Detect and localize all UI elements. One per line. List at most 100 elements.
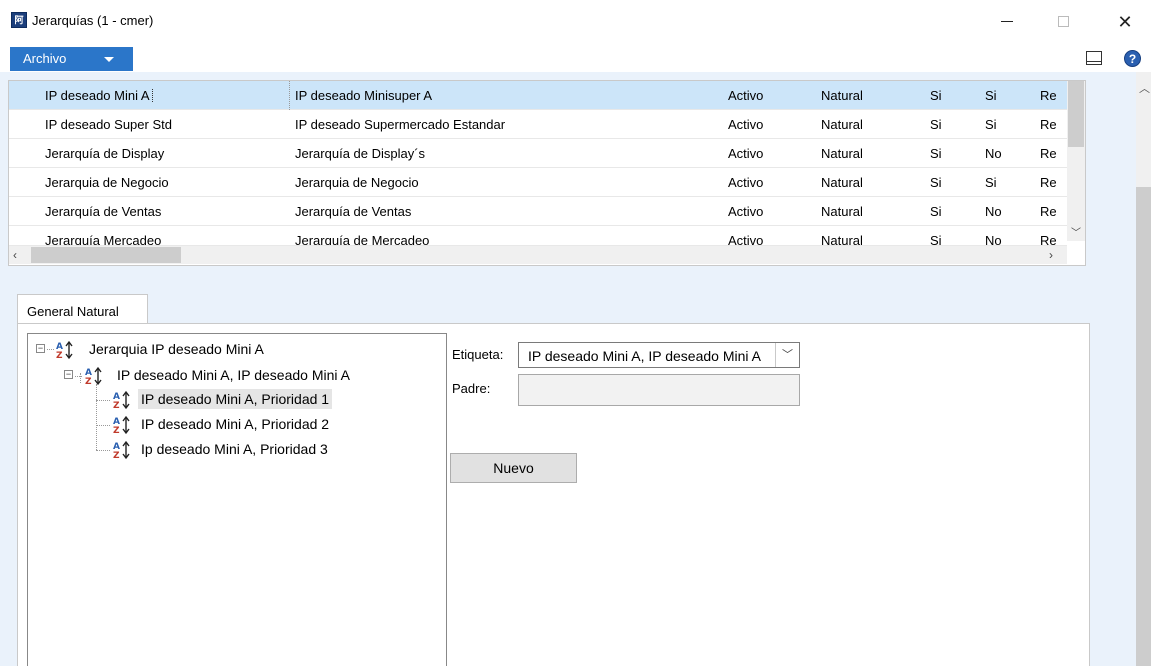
sort-az-icon: A Z: [56, 340, 73, 360]
grid-cell-description: Jerarquía de Ventas: [295, 204, 412, 219]
title-bar: 阿 Jerarquías (1 - cmer) ✕: [0, 0, 1151, 44]
grid-cell-code: Jerarquía de Ventas: [45, 204, 162, 219]
grid-cell-flag1: Si: [930, 88, 942, 103]
grid-cell-type: Natural: [821, 117, 863, 132]
grid-cell-description: Jerarquía de Mercadeo: [295, 233, 430, 246]
tree-node-leaf[interactable]: A Z IP deseado Mini A, Prioridad 1: [28, 389, 428, 411]
grid-cell-flag1: Si: [930, 233, 942, 246]
grid-cell-truncated: Re: [1040, 117, 1057, 132]
chevron-down-icon: [104, 57, 114, 62]
tree-node-label: IP deseado Mini A, Prioridad 1: [138, 389, 333, 409]
nuevo-button[interactable]: Nuevo: [450, 453, 577, 483]
grid-cell-description: Jerarquia de Negocio: [295, 175, 419, 190]
grid-cell-flag2: Si: [985, 88, 997, 103]
grid-cell-flag2: No: [985, 233, 1002, 246]
scroll-right-icon[interactable]: ›: [1049, 248, 1053, 262]
chevron-down-icon[interactable]: ﹀: [775, 343, 799, 367]
scrollbar-thumb[interactable]: [1068, 81, 1084, 147]
sort-az-icon: A Z: [113, 415, 130, 435]
column-separator: [289, 81, 290, 110]
hierarchy-tree: − A Z Jerarquia IP deseado Mini A − A Z …: [27, 333, 447, 666]
grid-cell-truncated: Re: [1040, 175, 1057, 190]
archivo-menu-button[interactable]: Archivo: [10, 47, 133, 71]
sort-az-icon: A Z: [85, 366, 102, 386]
outer-vertical-scrollbar[interactable]: ︿: [1136, 72, 1151, 666]
minimize-button[interactable]: [987, 8, 1027, 36]
grid-horizontal-scrollbar[interactable]: ‹ ›: [9, 246, 1067, 264]
etiqueta-label: Etiqueta:: [452, 347, 504, 362]
table-row[interactable]: IP deseado Mini A IP deseado Minisuper A…: [9, 81, 1067, 110]
grid-cell-flag2: No: [985, 146, 1002, 161]
grid-cell-flag2: Si: [985, 117, 997, 132]
grid-cell-flag2: No: [985, 204, 1002, 219]
table-row[interactable]: Jerarquía de Display Jerarquía de Displa…: [9, 139, 1067, 168]
menu-strip: Archivo ?: [0, 46, 1151, 72]
grid-cell-code: Jerarquía Mercadeo: [45, 233, 162, 246]
grid-cell-flag1: Si: [930, 204, 942, 219]
grid-cell-status: Activo: [728, 204, 764, 219]
grid-cell-truncated: Re: [1040, 88, 1057, 103]
grid-cell-type: Natural: [821, 233, 863, 246]
etiqueta-dropdown[interactable]: IP deseado Mini A, IP deseado Mini A ﹀: [518, 342, 800, 368]
close-icon: ✕: [1117, 12, 1133, 32]
grid-cell-code: Jerarquia de Negocio: [45, 175, 169, 190]
svg-text:Z: Z: [113, 426, 120, 435]
minimize-icon: [1001, 21, 1013, 23]
scroll-up-icon[interactable]: ︿: [1139, 80, 1150, 96]
grid-cell-truncated: Re: [1040, 204, 1057, 219]
svg-text:Z: Z: [56, 351, 63, 360]
maximize-button[interactable]: [1043, 8, 1083, 36]
svg-text:Z: Z: [85, 377, 92, 386]
scroll-left-icon[interactable]: ‹: [13, 248, 17, 262]
grid-cell-flag2: Si: [985, 175, 997, 190]
grid-cell-status: Activo: [728, 146, 764, 161]
tree-node-leaf[interactable]: A Z Ip deseado Mini A, Prioridad 3: [28, 439, 428, 461]
padre-label: Padre:: [452, 381, 491, 396]
tree-node-label: IP deseado Mini A, Prioridad 2: [141, 416, 330, 432]
table-row[interactable]: Jerarquía de Ventas Jerarquía de Ventas …: [9, 197, 1067, 226]
close-button[interactable]: ✕: [1105, 8, 1145, 36]
grid-cell-truncated: Re: [1040, 146, 1057, 161]
grid-cell-code: IP deseado Mini A: [45, 88, 153, 103]
scrollbar-thumb[interactable]: [1136, 187, 1151, 666]
svg-text:Z: Z: [113, 401, 120, 410]
tree-node-child[interactable]: − A Z IP deseado Mini A, IP deseado Mini…: [28, 365, 428, 387]
grid-cell-status: Activo: [728, 117, 764, 132]
tree-node-label: Jerarquia IP deseado Mini A: [89, 341, 264, 357]
window-title: Jerarquías (1 - cmer): [32, 13, 154, 28]
scrollbar-thumb[interactable]: [31, 247, 181, 263]
grid-cell-truncated: Re: [1040, 233, 1057, 246]
archivo-label: Archivo: [23, 51, 67, 66]
grid-cell-code: Jerarquía de Display: [45, 146, 165, 161]
grid-cell-type: Natural: [821, 175, 863, 190]
grid-cell-status: Activo: [728, 88, 764, 103]
layout-icon[interactable]: [1086, 51, 1102, 65]
table-row[interactable]: Jerarquía Mercadeo Jerarquía de Mercadeo…: [9, 226, 1067, 246]
help-icon[interactable]: ?: [1124, 50, 1141, 67]
sort-az-icon: A Z: [113, 440, 130, 460]
grid-cell-status: Activo: [728, 175, 764, 190]
table-row[interactable]: IP deseado Super Std IP deseado Supermer…: [9, 110, 1067, 139]
grid-cell-description: Jerarquía de Display´s: [295, 146, 426, 161]
tree-node-leaf[interactable]: A Z IP deseado Mini A, Prioridad 2: [28, 414, 428, 436]
grid-cell-flag1: Si: [930, 117, 942, 132]
padre-field[interactable]: [518, 374, 800, 406]
collapse-icon[interactable]: −: [36, 344, 45, 353]
hierarchy-grid: IP deseado Mini A IP deseado Minisuper A…: [8, 80, 1086, 266]
etiqueta-value: IP deseado Mini A, IP deseado Mini A: [528, 348, 761, 364]
collapse-icon[interactable]: −: [64, 370, 73, 379]
grid-cell-type: Natural: [821, 88, 863, 103]
grid-cell-flag1: Si: [930, 146, 942, 161]
grid-cell-description: IP deseado Minisuper A: [295, 88, 433, 103]
grid-cell-status: Activo: [728, 233, 764, 246]
scroll-down-icon[interactable]: ﹀: [1071, 224, 1081, 239]
grid-cell-type: Natural: [821, 204, 863, 219]
tab-general-natural[interactable]: General Natural: [17, 294, 148, 324]
grid-cell-description: IP deseado Supermercado Estandar: [295, 117, 506, 132]
tree-node-label: IP deseado Mini A, IP deseado Mini A: [117, 367, 350, 383]
grid-vertical-scrollbar[interactable]: ﹀: [1067, 81, 1085, 241]
table-row[interactable]: Jerarquia de Negocio Jerarquia de Negoci…: [9, 168, 1067, 197]
app-icon: 阿: [11, 12, 27, 28]
tree-node-root[interactable]: − A Z Jerarquia IP deseado Mini A: [28, 339, 428, 361]
grid-cell-type: Natural: [821, 146, 863, 161]
